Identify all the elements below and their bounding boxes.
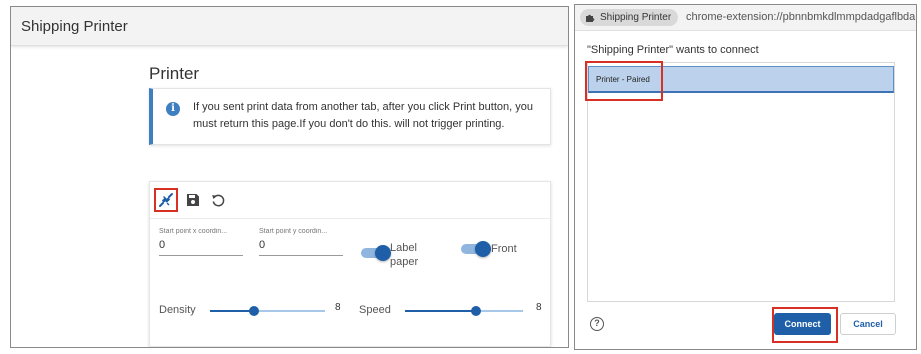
front-toggle[interactable]	[461, 241, 491, 257]
slider-thumb[interactable]	[248, 306, 259, 316]
toggle-knob	[475, 241, 491, 257]
printer-toolbar	[150, 182, 550, 219]
start-y-field[interactable]: Start point y coordin... 0	[259, 228, 343, 256]
start-y-label: Start point y coordin...	[259, 228, 328, 235]
extension-chip-label: Shipping Printer	[600, 12, 672, 23]
density-label: Density	[159, 304, 196, 316]
info-icon: i	[166, 102, 180, 116]
slider-fill	[210, 310, 254, 312]
start-y-input[interactable]: 0	[259, 239, 343, 256]
save-button[interactable]	[181, 188, 205, 212]
start-x-label: Start point x coordin...	[159, 228, 228, 235]
dialog-message: "Shipping Printer" wants to connect	[587, 44, 759, 56]
extension-url: chrome-extension://pbnnbmkdlmmpdadgaflbd…	[686, 11, 916, 23]
app-window: Shipping Printer Printer i If you sent p…	[10, 6, 569, 348]
printer-section: Printer i If you sent print data from an…	[149, 64, 551, 347]
start-x-input[interactable]: 0	[159, 239, 243, 256]
start-x-field[interactable]: Start point x coordin... 0	[159, 228, 243, 256]
extension-chip[interactable]: Shipping Printer	[580, 9, 679, 26]
label-paper-label: Label paper	[390, 242, 419, 268]
puzzle-icon	[586, 14, 595, 22]
app-bar: Shipping Printer	[11, 7, 568, 46]
slider-fill	[405, 310, 476, 312]
toggle-knob	[375, 245, 391, 261]
reset-icon	[211, 194, 224, 206]
speed-slider[interactable]	[405, 306, 523, 316]
save-icon	[187, 194, 199, 206]
device-highlight	[585, 61, 663, 101]
dialog-header: Shipping Printer chrome-extension://pbnn…	[575, 5, 916, 31]
cancel-button[interactable]: Cancel	[840, 313, 896, 335]
slider-thumb[interactable]	[470, 306, 481, 316]
connect-dialog: Shipping Printer chrome-extension://pbnn…	[574, 4, 917, 350]
reset-button[interactable]	[206, 188, 230, 212]
density-slider[interactable]	[210, 306, 325, 316]
app-title: Shipping Printer	[21, 17, 128, 35]
page-title: Printer	[149, 64, 200, 83]
alert-text: If you sent print data from another tab,…	[193, 101, 533, 130]
connect-highlight	[772, 307, 838, 343]
density-value: 8	[335, 302, 341, 313]
front-label: Front	[491, 243, 517, 255]
connect-printer-button[interactable]	[154, 188, 178, 212]
speed-value: 8	[536, 302, 542, 313]
speed-label: Speed	[359, 304, 391, 316]
help-icon[interactable]: ?	[590, 317, 604, 331]
plug-connect-icon	[159, 193, 173, 207]
info-alert: i If you sent print data from another ta…	[149, 88, 551, 145]
label-paper-toggle[interactable]	[361, 245, 391, 261]
printer-settings-card: Start point x coordin... 0 Start point y…	[149, 181, 551, 347]
